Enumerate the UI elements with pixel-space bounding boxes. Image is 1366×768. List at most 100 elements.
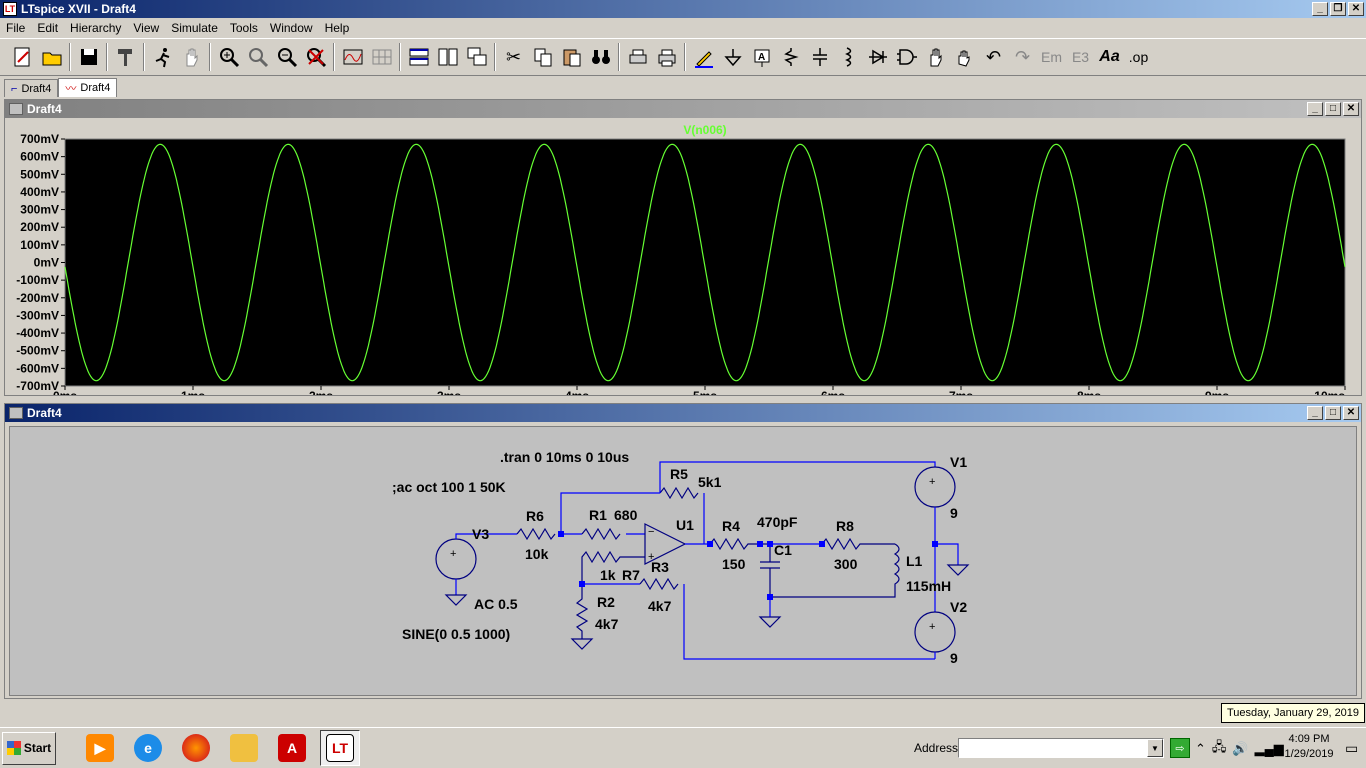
trace-label[interactable]: V(n006) — [683, 123, 726, 137]
r1-value: 1k — [600, 567, 616, 583]
menu-window[interactable]: Window — [264, 21, 319, 35]
schematic-icon: ⌐ — [11, 82, 18, 95]
paste-icon[interactable] — [557, 42, 586, 72]
drag-hand-icon[interactable] — [950, 42, 979, 72]
autorange-icon[interactable] — [338, 42, 367, 72]
restore-button[interactable]: ❐ — [1330, 2, 1346, 16]
taskbar-acrobat[interactable]: A — [272, 730, 312, 766]
r6-resistor[interactable] — [516, 527, 556, 541]
find-binoculars-icon[interactable] — [586, 42, 615, 72]
new-schematic-icon[interactable] — [8, 42, 37, 72]
menu-simulate[interactable]: Simulate — [165, 21, 224, 35]
x-tick-label: 7ms — [949, 389, 973, 395]
tab-waveform-draft4[interactable]: 〰 Draft4 — [58, 78, 118, 97]
spice-directive-icon[interactable]: .op — [1124, 42, 1153, 72]
signal-bars-icon[interactable]: ▂▄▆ — [1255, 741, 1284, 757]
undo-icon[interactable]: ↶ — [979, 42, 1008, 72]
x-tick-label: 2ms — [309, 389, 333, 395]
capacitor-icon[interactable] — [805, 42, 834, 72]
menu-file[interactable]: File — [0, 21, 31, 35]
toolbar-separator — [494, 43, 496, 71]
close-button[interactable]: ✕ — [1343, 102, 1359, 116]
tab-schematic-draft4[interactable]: ⌐ Draft4 — [4, 79, 59, 97]
taskbar-media-player[interactable]: ▶ — [80, 730, 120, 766]
save-icon[interactable] — [74, 42, 103, 72]
schematic-canvas[interactable]: + + + − + .tran 0 10ms 0 10us ;ac oct 10… — [9, 426, 1357, 696]
minimize-button[interactable]: _ — [1312, 2, 1328, 16]
control-panel-hammer-icon[interactable] — [111, 42, 140, 72]
minimize-button[interactable]: _ — [1307, 102, 1323, 116]
taskbar-file-explorer[interactable] — [224, 730, 264, 766]
menu-tools[interactable]: Tools — [224, 21, 264, 35]
toolbar-separator — [106, 43, 108, 71]
menu-view[interactable]: View — [127, 21, 165, 35]
cut-icon[interactable]: ✂ — [499, 42, 528, 72]
minimize-button[interactable]: _ — [1307, 406, 1323, 420]
grid-icon[interactable] — [367, 42, 396, 72]
volume-icon[interactable]: 🔊 — [1232, 741, 1248, 757]
clock[interactable]: 4:09 PM 1/29/2019 — [1284, 732, 1334, 762]
address-dropdown-button[interactable]: ▼ — [1147, 739, 1163, 757]
plot-area[interactable]: 700mV 600mV 500mV 400mV 300mV 200mV 100mV 0mV -1… — [5, 119, 1361, 403]
close-button[interactable]: ✕ — [1348, 2, 1364, 16]
window-controls: _ ❐ ✕ — [1312, 2, 1364, 16]
x-tick-label: 1ms — [181, 389, 205, 395]
tile-vertical-icon[interactable] — [433, 42, 462, 72]
taskbar-ltspice[interactable]: LT — [320, 730, 360, 766]
mirror-icon[interactable]: E3 — [1066, 42, 1095, 72]
r1-resistor[interactable] — [581, 527, 621, 541]
r3-resistor[interactable] — [639, 577, 679, 591]
zoom-fit-icon[interactable] — [301, 42, 330, 72]
taskbar-internet-explorer[interactable]: e — [128, 730, 168, 766]
go-arrow-icon[interactable]: ⇨ — [1170, 738, 1190, 758]
halt-hand-icon[interactable] — [177, 42, 206, 72]
component-icon[interactable] — [892, 42, 921, 72]
maximize-button[interactable]: □ — [1325, 102, 1341, 116]
menu-edit[interactable]: Edit — [31, 21, 64, 35]
zoom-in-icon[interactable] — [214, 42, 243, 72]
v3-label: V3 — [472, 526, 489, 542]
taskbar-firefox[interactable] — [176, 730, 216, 766]
tran-directive[interactable]: .tran 0 10ms 0 10us — [500, 449, 629, 465]
label-net-icon[interactable]: A — [747, 42, 776, 72]
source-plus-sign: + — [450, 548, 456, 560]
diode-icon[interactable] — [863, 42, 892, 72]
run-icon[interactable] — [148, 42, 177, 72]
redo-icon[interactable]: ↷ — [1008, 42, 1037, 72]
show-desktop-icon[interactable]: ▭ — [1345, 740, 1358, 757]
close-button[interactable]: ✕ — [1343, 406, 1359, 420]
menu-hierarchy[interactable]: Hierarchy — [64, 21, 127, 35]
ac-directive[interactable]: ;ac oct 100 1 50K — [392, 479, 506, 495]
y-tick-label: 400mV — [20, 185, 59, 199]
print-icon[interactable] — [652, 42, 681, 72]
c1-value: 470pF — [757, 514, 798, 530]
tray-expand-icon[interactable]: ⌃ — [1195, 741, 1206, 757]
tab-label: Draft4 — [21, 82, 52, 95]
r8-resistor[interactable] — [821, 537, 895, 551]
address-input[interactable]: ▼ — [958, 738, 1164, 758]
open-folder-icon[interactable] — [37, 42, 66, 72]
zoom-out-icon[interactable] — [272, 42, 301, 72]
r2-resistor[interactable] — [575, 584, 589, 639]
rotate-icon[interactable]: Em — [1037, 42, 1066, 72]
text-icon[interactable]: Aa — [1095, 42, 1124, 72]
y-tick-label: 700mV — [20, 132, 59, 146]
ground-icon[interactable] — [718, 42, 747, 72]
cascade-icon[interactable] — [462, 42, 491, 72]
schematic-drawing[interactable]: + + + − + .tran 0 10ms 0 10us ;ac oct 10… — [10, 427, 1358, 697]
maximize-button[interactable]: □ — [1325, 406, 1341, 420]
move-hand-icon[interactable] — [921, 42, 950, 72]
resistor-icon[interactable] — [776, 42, 805, 72]
waveform-chart[interactable]: 700mV 600mV 500mV 400mV 300mV 200mV 100mV 0mV -1… — [5, 119, 1361, 403]
inductor-icon[interactable] — [834, 42, 863, 72]
r5-resistor[interactable] — [659, 486, 699, 500]
ltspice-icon: LT — [326, 734, 354, 762]
print-setup-icon[interactable] — [623, 42, 652, 72]
tile-horizontal-icon[interactable] — [404, 42, 433, 72]
copy-icon[interactable] — [528, 42, 557, 72]
zoom-pan-icon[interactable] — [243, 42, 272, 72]
network-icon[interactable]: 🖧 — [1212, 738, 1227, 760]
start-button[interactable]: Start — [2, 731, 56, 765]
menu-help[interactable]: Help — [319, 21, 356, 35]
draw-wire-pencil-icon[interactable] — [689, 42, 718, 72]
